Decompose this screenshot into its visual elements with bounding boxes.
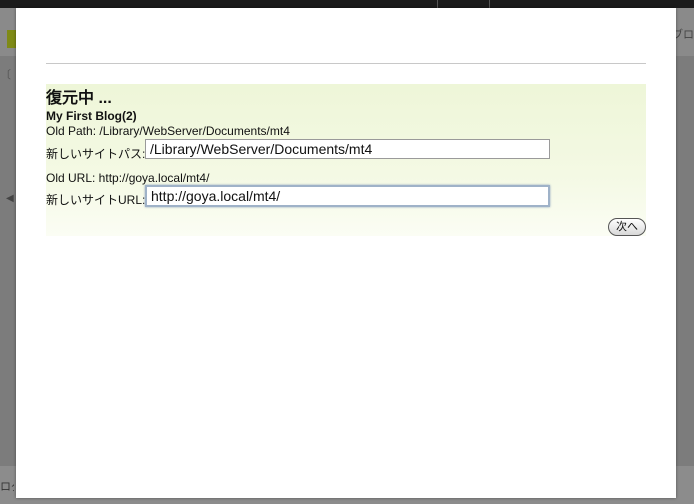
background-top-bar bbox=[0, 0, 694, 8]
old-url-text: Old URL: http://goya.local/mt4/ bbox=[46, 171, 210, 185]
blog-name: My First Blog(2) bbox=[46, 109, 137, 123]
new-site-url-label: 新しいサイトURL: bbox=[46, 193, 146, 207]
background-bracket: 〔 bbox=[0, 69, 11, 81]
top-bar-separator bbox=[489, 0, 490, 8]
old-path-text: Old Path: /Library/WebServer/Documents/m… bbox=[46, 124, 290, 138]
new-site-url-input[interactable] bbox=[145, 185, 550, 207]
restore-panel: 復元中 ... My First Blog(2) Old Path: /Libr… bbox=[46, 84, 646, 236]
dialog-divider bbox=[46, 63, 646, 64]
next-button[interactable]: 次へ bbox=[608, 218, 646, 236]
background-logo bbox=[7, 30, 16, 48]
top-bar-separator bbox=[437, 0, 438, 8]
restore-dialog: 復元中 ... My First Blog(2) Old Path: /Libr… bbox=[16, 8, 676, 498]
new-site-path-label: 新しいサイトパス: bbox=[46, 147, 146, 161]
dialog-title: 復元中 ... bbox=[46, 90, 112, 107]
new-site-path-input[interactable] bbox=[145, 139, 550, 159]
background-left-arrow-icon: ◀ bbox=[6, 193, 14, 204]
background-footer-text: ログ bbox=[0, 481, 14, 493]
